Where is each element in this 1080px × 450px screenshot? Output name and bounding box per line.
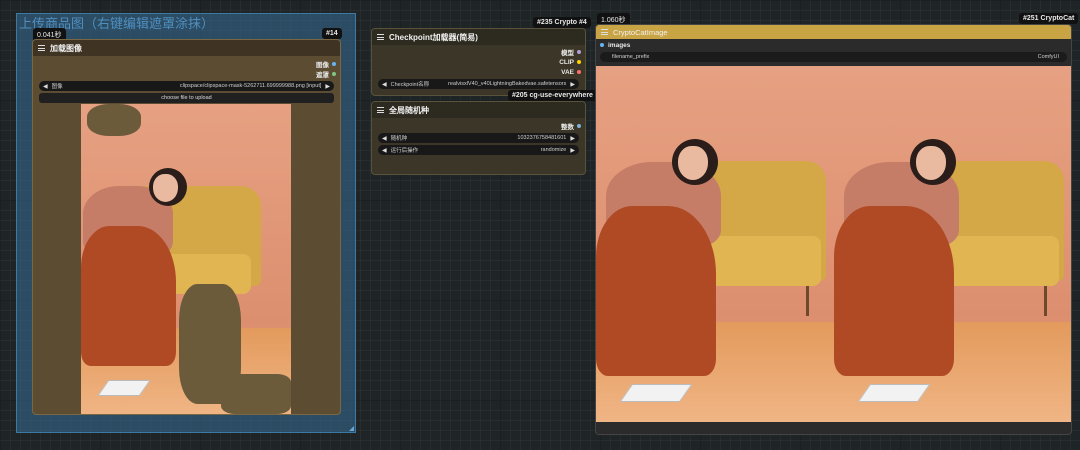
load-image-node[interactable]: 加载图像 图像 遮罩 ◀ 图像 clipspace/clipspace-mask… bbox=[32, 39, 341, 415]
output-clip[interactable]: CLIP bbox=[372, 57, 585, 67]
upload-button[interactable]: choose file to upload bbox=[39, 93, 334, 103]
arrow-left-icon[interactable]: ◀ bbox=[382, 147, 387, 154]
arrow-right-icon[interactable]: ▶ bbox=[570, 147, 575, 154]
socket-vae[interactable] bbox=[577, 70, 581, 74]
preview-image bbox=[81, 104, 291, 414]
arrow-left-icon[interactable]: ◀ bbox=[43, 83, 48, 90]
output-vae[interactable]: VAE bbox=[372, 67, 585, 77]
node-header[interactable]: CryptoCatImage bbox=[596, 25, 1071, 39]
seed-number-widget[interactable]: ◀ 随机种 1032376758481601 ▶ bbox=[378, 133, 579, 143]
node-id-badge: #205 cg-use-everywhere bbox=[508, 90, 597, 101]
node-header[interactable]: 全局随机种 bbox=[372, 102, 585, 118]
node-header[interactable]: Checkpoint加载器(简易) bbox=[372, 29, 585, 45]
socket-mask[interactable] bbox=[332, 72, 336, 76]
arrow-left-icon[interactable]: ◀ bbox=[382, 81, 387, 88]
menu-icon[interactable] bbox=[38, 44, 45, 53]
image-combo[interactable]: ◀ 图像 clipspace/clipspace-mask-5262711.69… bbox=[39, 81, 334, 91]
output-image-1 bbox=[596, 66, 834, 422]
socket-model[interactable] bbox=[577, 50, 581, 54]
node-id-badge: #235 Crypto #4 bbox=[533, 17, 591, 28]
menu-icon[interactable] bbox=[601, 28, 608, 37]
node-header[interactable]: 加载图像 bbox=[33, 40, 340, 56]
output-int[interactable]: 整数 bbox=[372, 121, 585, 131]
node-id-badge: #14 bbox=[322, 28, 342, 39]
menu-icon[interactable] bbox=[377, 33, 384, 42]
output-image-2 bbox=[834, 66, 1071, 422]
arrow-right-icon[interactable]: ▶ bbox=[570, 135, 575, 142]
global-seed-node[interactable]: 全局随机种 整数 ◀ 随机种 1032376758481601 ▶ ◀ 运行后操… bbox=[371, 101, 586, 175]
node-id-badge: #251 CryptoCat bbox=[1019, 13, 1079, 24]
socket-int[interactable] bbox=[577, 124, 581, 128]
output-mask[interactable]: 遮罩 bbox=[33, 69, 340, 79]
group-resize-handle[interactable] bbox=[349, 426, 354, 431]
node-title: CryptoCatImage bbox=[613, 27, 668, 37]
arrow-right-icon[interactable]: ▶ bbox=[325, 83, 330, 90]
filename-prefix-field[interactable]: filename_prefix ComfyUI bbox=[600, 52, 1067, 62]
input-images[interactable]: images bbox=[596, 39, 1071, 51]
crypto-cat-image-node[interactable]: CryptoCatImage images filename_prefix Co… bbox=[595, 24, 1072, 435]
output-image[interactable]: 图像 bbox=[33, 59, 340, 69]
socket-images[interactable] bbox=[600, 43, 604, 47]
node-title: 加载图像 bbox=[50, 43, 82, 53]
arrow-right-icon[interactable]: ▶ bbox=[570, 81, 575, 88]
arrow-left-icon[interactable]: ◀ bbox=[382, 135, 387, 142]
output-model[interactable]: 模型 bbox=[372, 47, 585, 57]
node-title: Checkpoint加载器(简易) bbox=[389, 32, 478, 42]
socket-image[interactable] bbox=[332, 62, 336, 66]
after-run-combo[interactable]: ◀ 运行后操作 randomize ▶ bbox=[378, 145, 579, 155]
node-title: 全局随机种 bbox=[389, 105, 429, 115]
checkpoint-name-combo[interactable]: ◀ Checkpoint名称 realvisxlV40_v40Lightning… bbox=[378, 79, 579, 89]
socket-clip[interactable] bbox=[577, 60, 581, 64]
checkpoint-loader-node[interactable]: Checkpoint加载器(简易) 模型 CLIP VAE ◀ Checkpoi… bbox=[371, 28, 586, 96]
menu-icon[interactable] bbox=[377, 106, 384, 115]
